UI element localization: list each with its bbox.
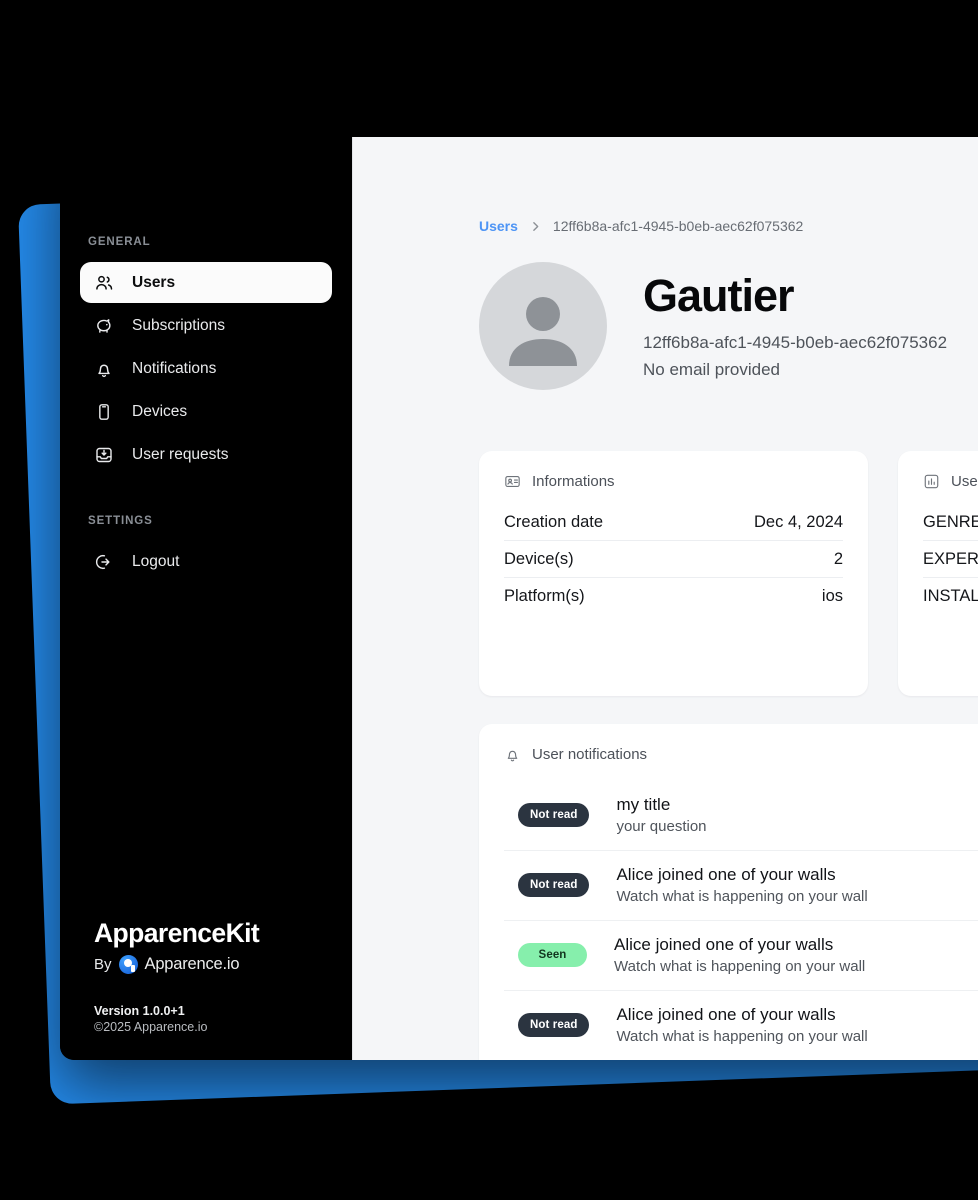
brand-by-prefix: By (94, 956, 112, 973)
logout-icon (93, 551, 115, 573)
sidebar-group-general: Users Subscriptions Notifications Device… (80, 262, 332, 475)
card-title: User overview (951, 473, 978, 490)
sidebar-item-label: Subscriptions (132, 316, 226, 334)
app-window: GENERAL Users Subscriptions Notification… (60, 137, 978, 1060)
notification-text: Alice joined one of your walls Watch wha… (614, 935, 865, 975)
user-header: Gautier 12ff6b8a-afc1-4945-b0eb-aec62f07… (479, 262, 978, 390)
user-id-text: 12ff6b8a-afc1-4945-b0eb-aec62f075362 (643, 332, 948, 352)
sidebar-section-general: GENERAL (88, 236, 151, 248)
table-row: EXPERIENCE (923, 541, 978, 578)
sidebar-item-subscriptions[interactable]: Subscriptions (80, 305, 332, 346)
notification-title: Alice joined one of your walls (616, 865, 836, 884)
list-item[interactable]: Not read my title your question (504, 781, 978, 851)
status-badge: Seen (518, 943, 587, 967)
status-badge: Not read (518, 1013, 590, 1037)
row-value: Dec 4, 2024 (754, 512, 843, 531)
person-placeholder-icon (509, 297, 577, 366)
row-key: GENRE (923, 512, 978, 531)
sidebar-item-label: Devices (132, 402, 188, 420)
card-header: User overview (923, 473, 978, 490)
list-item[interactable]: Not read Alice joined one of your walls … (504, 991, 978, 1060)
table-row: Creation date Dec 4, 2024 (504, 504, 843, 541)
chevron-right-icon (529, 220, 542, 233)
status-badge: Not read (518, 873, 590, 897)
user-identity: Gautier 12ff6b8a-afc1-4945-b0eb-aec62f07… (643, 272, 947, 379)
mobile-device-icon (93, 401, 115, 423)
sidebar-item-label: User requests (132, 445, 229, 463)
user-notifications-card: User notifications Not read my title you… (479, 724, 978, 1060)
list-item[interactable]: Seen Alice joined one of your walls Watc… (504, 921, 978, 991)
row-value: ios (821, 587, 843, 605)
sidebar-section-settings: SETTINGS (88, 515, 153, 527)
screenshot-stage: GENERAL Users Subscriptions Notification… (0, 0, 978, 1200)
bell-icon (504, 746, 521, 763)
app-version: Version 1.0.0+1 (94, 1004, 185, 1018)
inbox-download-icon (93, 444, 115, 466)
card-title: Informations (532, 473, 615, 490)
breadcrumb: Users 12ff6b8a-afc1-4945-b0eb-aec62f0753… (479, 218, 978, 234)
bell-icon (93, 358, 115, 380)
notification-subtitle: your question (616, 818, 707, 835)
avatar (479, 262, 607, 390)
sidebar-item-label: Notifications (132, 359, 217, 377)
notification-title: my title (616, 795, 671, 814)
brand-title: ApparenceKit (94, 918, 260, 948)
sidebar-item-users[interactable]: Users (80, 262, 332, 303)
card-title: User notifications (532, 746, 648, 763)
apparence-logo-icon (118, 955, 138, 974)
notification-subtitle: Watch what is happening on your wall (616, 888, 868, 905)
notification-subtitle: Watch what is happening on your wall (616, 1028, 868, 1045)
row-key: Creation date (504, 512, 604, 531)
table-row: INSTALLS (923, 578, 978, 615)
informations-card: Informations Creation date Dec 4, 2024 D… (479, 451, 868, 696)
row-key: INSTALLS (923, 587, 978, 605)
notification-title: Alice joined one of your walls (614, 935, 834, 954)
copyright-text: ©2025 Apparence.io (94, 1020, 208, 1034)
row-key: Platform(s) (504, 587, 585, 605)
sidebar-nav: GENERAL Users Subscriptions Notification… (60, 137, 352, 582)
sidebar-item-devices[interactable]: Devices (80, 391, 332, 432)
sidebar: GENERAL Users Subscriptions Notification… (60, 137, 352, 1060)
overview-rows: GENRE EXPERIENCE INSTALLS (923, 504, 978, 615)
sidebar-brand-footer: ApparenceKit By Apparence.io Version 1.0… (60, 918, 352, 1060)
overview-cards-row: Informations Creation date Dec 4, 2024 D… (479, 451, 978, 696)
piggy-bank-icon (93, 315, 115, 337)
list-item[interactable]: Not read Alice joined one of your walls … (504, 851, 978, 921)
notification-text: Alice joined one of your walls Watch wha… (616, 1005, 867, 1045)
user-overview-card: User overview GENRE EXPERIENCE (898, 451, 978, 696)
notification-text: Alice joined one of your walls Watch wha… (616, 865, 867, 905)
bar-chart-icon (923, 473, 940, 490)
table-row: Device(s) 2 (504, 541, 843, 578)
row-key: EXPERIENCE (923, 549, 978, 568)
sidebar-item-label: Users (132, 273, 176, 291)
notification-subtitle: Watch what is happening on your wall (614, 958, 866, 975)
informations-rows: Creation date Dec 4, 2024 Device(s) 2 Pl… (504, 504, 843, 615)
user-email-text: No email provided (643, 359, 781, 379)
notification-title: Alice joined one of your walls (616, 1005, 836, 1024)
users-icon (93, 272, 115, 294)
brand-byline: By Apparence.io (94, 955, 332, 974)
table-row: GENRE (923, 504, 978, 541)
row-key: Device(s) (504, 549, 574, 568)
sidebar-item-label: Logout (132, 552, 180, 570)
main-content: Users 12ff6b8a-afc1-4945-b0eb-aec62f0753… (352, 137, 978, 1060)
sidebar-item-logout[interactable]: Logout (80, 541, 332, 582)
row-value: 2 (833, 549, 843, 568)
sidebar-item-user-requests[interactable]: User requests (80, 434, 332, 475)
page-title: Gautier (643, 270, 795, 322)
sidebar-group-settings: Logout (80, 541, 332, 582)
breadcrumb-current-id: 12ff6b8a-afc1-4945-b0eb-aec62f075362 (552, 218, 804, 234)
card-header: Informations (504, 473, 843, 490)
sidebar-item-notifications[interactable]: Notifications (80, 348, 332, 389)
table-row: Platform(s) ios (504, 578, 843, 615)
contact-card-icon (504, 473, 521, 490)
notifications-list: Not read my title your question Not read… (504, 781, 978, 1060)
card-header: User notifications (504, 746, 978, 763)
breadcrumb-users-link[interactable]: Users (479, 218, 518, 234)
notification-text: my title your question (616, 795, 706, 835)
status-badge: Not read (518, 803, 590, 827)
brand-company-name: Apparence.io (144, 955, 240, 973)
